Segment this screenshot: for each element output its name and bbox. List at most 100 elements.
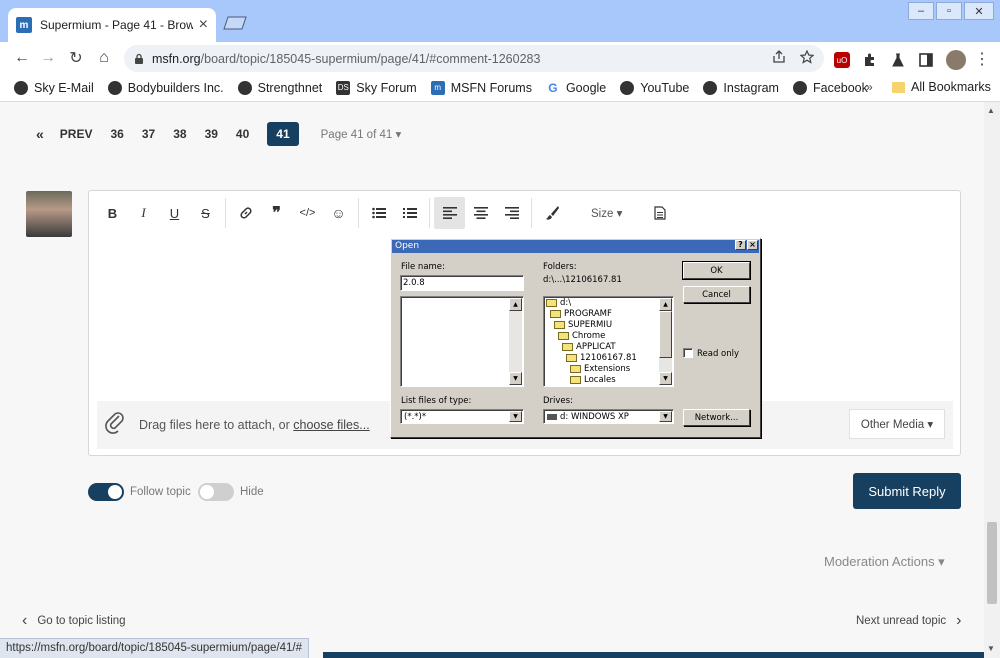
bookmark-sky-email[interactable]: Sky E-Mail [14, 80, 94, 95]
paint-brush-icon[interactable] [536, 197, 567, 229]
submit-reply-button[interactable]: Submit Reply [853, 473, 961, 509]
tree-item[interactable]: Locales [570, 375, 616, 385]
scroll-down-icon[interactable]: ▼ [509, 372, 522, 385]
scroll-up-icon[interactable]: ▲ [659, 298, 672, 311]
hide-switch[interactable] [198, 483, 234, 501]
italic-icon[interactable]: I [128, 197, 159, 229]
maximize-button[interactable]: ▫ [936, 2, 962, 20]
browser-tab[interactable]: m Supermium - Page 41 - Brow × [8, 8, 216, 42]
file-name-input[interactable]: 2.0.8 [400, 275, 524, 291]
page-link-37[interactable]: 37 [142, 127, 155, 141]
cancel-button[interactable]: Cancel [683, 286, 750, 303]
home-button[interactable]: ⌂ [94, 48, 114, 68]
choose-files-link[interactable]: choose files... [293, 418, 369, 432]
strikethrough-icon[interactable]: S [190, 197, 221, 229]
drives-select[interactable]: d: WINDOWS XP ▼ [543, 409, 674, 424]
go-to-topic-listing[interactable]: ‹ Go to topic listing [22, 612, 126, 630]
bookmark-bodybuilders[interactable]: Bodybuilders Inc. [107, 80, 224, 95]
follow-switch[interactable] [88, 483, 124, 501]
folder-tree-scrollbar[interactable]: ▲ ▼ [659, 298, 672, 385]
page-link-36[interactable]: 36 [110, 127, 123, 141]
extensions-puzzle-icon[interactable] [862, 52, 878, 68]
page-scrollbar[interactable]: ▲ ▼ [984, 102, 1000, 658]
tree-item[interactable]: Chrome [558, 331, 605, 341]
other-media-button[interactable]: Other Media ▾ [849, 409, 945, 439]
source-document-icon[interactable] [644, 197, 675, 229]
close-window-button[interactable]: ✕ [964, 2, 994, 20]
quote-icon[interactable]: ❞ [261, 197, 292, 229]
dropdown-arrow-icon[interactable]: ▼ [509, 411, 522, 422]
page-link-39[interactable]: 39 [205, 127, 218, 141]
globe-icon [14, 80, 28, 95]
prev-page-link[interactable]: PREV [60, 127, 93, 141]
browser-menu-button[interactable]: ⋮ [974, 49, 990, 69]
align-left-icon[interactable] [434, 197, 465, 229]
align-center-icon[interactable] [465, 197, 496, 229]
tree-item[interactable]: PROGRAMF [550, 309, 612, 319]
tab-close-icon[interactable]: × [199, 17, 208, 33]
folder-tree[interactable]: d:\ PROGRAMF SUPERMIU Chrome APPLICAT 12… [543, 296, 674, 387]
font-size-dropdown[interactable]: Size ▾ [591, 206, 622, 220]
tree-item[interactable]: APPLICAT [562, 342, 616, 352]
ok-button[interactable]: OK [682, 261, 751, 280]
page-link-40[interactable]: 40 [236, 127, 249, 141]
bookmark-msfn-forums[interactable]: m MSFN Forums [430, 80, 532, 95]
file-list[interactable]: ▲ ▼ [400, 296, 524, 387]
underline-icon[interactable]: U [159, 197, 190, 229]
bookmark-facebook[interactable]: Facebook [792, 80, 868, 95]
file-list-scrollbar[interactable]: ▲ ▼ [509, 298, 522, 385]
bullet-list-icon[interactable] [363, 197, 394, 229]
back-button[interactable]: ← [12, 48, 32, 68]
file-type-select[interactable]: (*.*)* ▼ [400, 409, 524, 424]
link-icon[interactable] [230, 197, 261, 229]
numbered-list-icon[interactable] [394, 197, 425, 229]
scroll-up-icon[interactable]: ▲ [987, 106, 995, 115]
address-bar[interactable]: msfn.org/board/topic/185045-supermium/pa… [124, 45, 824, 72]
profile-avatar-icon[interactable] [946, 50, 966, 70]
scroll-thumb[interactable] [987, 522, 997, 604]
bookmark-strengthnet[interactable]: Strengthnet [237, 80, 322, 95]
side-panel-icon[interactable] [918, 52, 934, 68]
more-bookmarks-chevron-icon[interactable]: » [866, 80, 873, 94]
bookmark-star-icon[interactable] [800, 50, 814, 64]
page-of-dropdown[interactable]: Page 41 of 41 ▾ [321, 127, 402, 141]
page-link-38[interactable]: 38 [173, 127, 186, 141]
new-tab-icon[interactable] [222, 16, 248, 30]
bookmark-instagram[interactable]: Instagram [703, 80, 779, 95]
scroll-down-icon[interactable]: ▼ [659, 372, 672, 385]
align-right-icon[interactable] [496, 197, 527, 229]
first-page-icon[interactable]: « [36, 126, 44, 142]
dialog-close-button[interactable]: × [747, 240, 758, 250]
scroll-thumb[interactable] [659, 311, 672, 358]
ublock-icon[interactable]: uO [834, 52, 850, 68]
minimize-button[interactable]: – [908, 2, 934, 20]
bookmark-youtube[interactable]: YouTube [620, 80, 689, 95]
follow-topic-toggle[interactable]: Follow topic [88, 483, 191, 501]
bookmark-sky-forum[interactable]: DS Sky Forum [336, 80, 417, 95]
dropdown-arrow-icon[interactable]: ▼ [659, 411, 672, 422]
bold-icon[interactable]: B [97, 197, 128, 229]
dialog-help-button[interactable]: ? [735, 240, 746, 250]
tree-item[interactable]: 12106167.81 [566, 353, 637, 363]
code-icon[interactable]: </> [292, 197, 323, 229]
current-page[interactable]: 41 [267, 122, 299, 146]
tree-item[interactable]: Extensions [570, 364, 630, 374]
tree-item[interactable]: d:\ [546, 298, 571, 308]
bookmark-google[interactable]: G Google [545, 80, 606, 95]
next-unread-topic[interactable]: Next unread topic › [856, 612, 961, 630]
emoji-icon[interactable]: ☺ [323, 197, 354, 229]
tree-item[interactable]: SUPERMIU [554, 320, 612, 330]
hide-toggle[interactable]: Hide [198, 483, 264, 501]
forward-button[interactable]: → [38, 48, 58, 68]
window-controls: – ▫ ✕ [906, 2, 994, 20]
read-only-checkbox[interactable] [683, 348, 693, 358]
scroll-down-icon[interactable]: ▼ [987, 644, 995, 653]
all-bookmarks-button[interactable]: All Bookmarks [892, 80, 991, 94]
scroll-up-icon[interactable]: ▲ [509, 298, 522, 311]
share-icon[interactable] [772, 50, 786, 64]
moderation-actions-dropdown[interactable]: Moderation Actions ▾ [824, 554, 945, 570]
lock-icon[interactable] [134, 53, 144, 65]
network-button[interactable]: Network... [683, 409, 750, 426]
lab-flask-icon[interactable] [890, 52, 906, 68]
reload-button[interactable]: ↻ [66, 48, 86, 68]
